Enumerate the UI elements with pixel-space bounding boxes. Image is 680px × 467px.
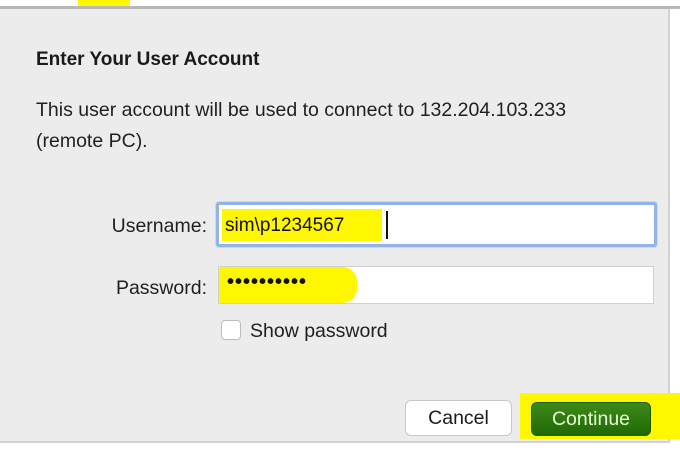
username-value: sim\p1234567 bbox=[225, 215, 345, 236]
show-password-checkbox[interactable] bbox=[221, 320, 241, 340]
username-input[interactable]: sim\p1234567 bbox=[216, 202, 657, 247]
dialog-description: This user account will be used to connec… bbox=[36, 99, 567, 152]
dialog-title: Enter Your User Account bbox=[36, 49, 260, 70]
password-input[interactable]: •••••••••• bbox=[218, 266, 654, 304]
password-label: Password: bbox=[115, 277, 207, 299]
text-cursor bbox=[386, 211, 388, 239]
password-masked-value: •••••••••• bbox=[227, 271, 308, 293]
cancel-button[interactable]: Cancel bbox=[405, 400, 512, 436]
show-password-label[interactable]: Show password bbox=[250, 320, 388, 343]
continue-button[interactable]: Continue bbox=[531, 402, 651, 436]
username-label: Username: bbox=[111, 215, 207, 237]
